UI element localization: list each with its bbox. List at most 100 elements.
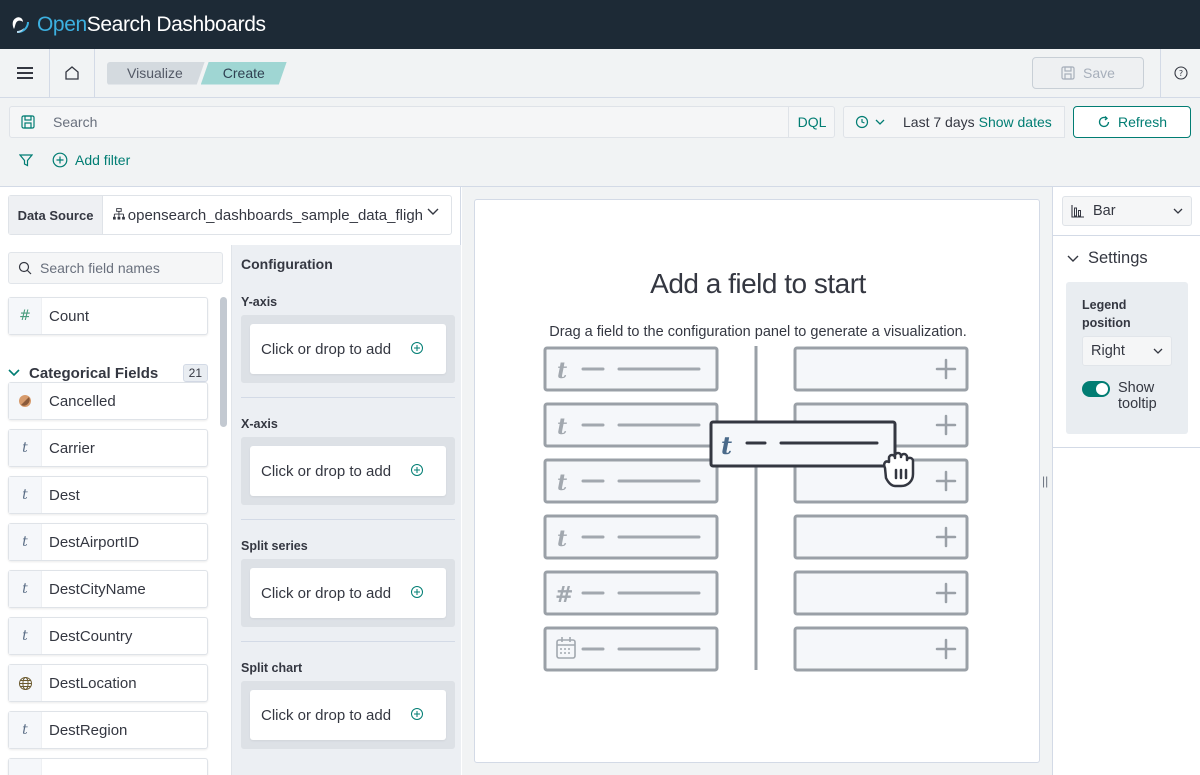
bar-chart-icon <box>1071 205 1084 218</box>
categorical-fields-title: Categorical Fields <box>29 364 159 382</box>
chevron-down-icon <box>875 119 884 125</box>
empty-state-card: Add a field to start Drag a field to the… <box>474 199 1040 763</box>
configuration-panel: Configuration Y-axis Click or drop to ad… <box>231 245 461 775</box>
dropzone-text: Click or drop to add <box>261 584 392 602</box>
visualization-type-value: Bar <box>1093 203 1116 219</box>
home-button[interactable] <box>49 49 95 97</box>
divider <box>1053 447 1200 448</box>
data-source-label: Data Source <box>9 196 103 234</box>
field-label: DestRegion <box>49 721 128 739</box>
show-tooltip-toggle[interactable]: Show tooltip <box>1082 380 1168 412</box>
add-filter-label: Add filter <box>75 152 131 168</box>
y-axis-add-button[interactable]: Click or drop to add <box>250 324 446 374</box>
search-input[interactable] <box>45 107 797 137</box>
data-source-selector[interactable]: Data Source opensearch_dashboards_sample… <box>8 195 452 235</box>
split-chart-add-button[interactable]: Click or drop to add <box>250 690 446 740</box>
saved-queries-button[interactable] <box>10 107 45 137</box>
logo-text: OpenSearch Dashboards <box>37 12 266 36</box>
field-label: Dest <box>49 486 80 504</box>
plus-circle-icon <box>411 342 423 354</box>
field-item[interactable]: t DestRegion <box>8 711 208 749</box>
home-icon <box>65 66 79 80</box>
opensearch-logo-icon <box>12 16 29 33</box>
y-axis-label: Y-axis <box>241 295 278 309</box>
plus-circle-icon <box>411 586 423 598</box>
svg-text:#: # <box>555 583 573 608</box>
quick-date-menu[interactable] <box>843 106 896 138</box>
split-series-label: Split series <box>241 539 308 553</box>
field-search-input[interactable] <box>40 253 220 283</box>
dropzone-text: Click or drop to add <box>261 706 392 724</box>
refresh-icon <box>1098 116 1110 128</box>
field-item-count[interactable]: # Count <box>8 297 208 335</box>
legend-position-select[interactable]: Right <box>1082 336 1172 366</box>
categorical-fields-count: 21 <box>182 364 208 382</box>
save-label: Save <box>1083 65 1115 81</box>
breadcrumb: Visualize Create <box>107 62 287 85</box>
string-icon: t <box>9 430 42 466</box>
hamburger-icon <box>16 67 33 79</box>
field-label: Count <box>49 307 90 325</box>
visualization-type-select[interactable]: Bar <box>1062 196 1192 226</box>
svg-text:t: t <box>557 526 567 552</box>
drag-field-illustration: t t t t # t <box>543 346 969 672</box>
field-label: Cancelled <box>49 392 116 410</box>
save-button[interactable]: Save <box>1032 57 1144 89</box>
chevron-down-icon <box>8 369 20 377</box>
grab-hand-icon <box>882 451 915 488</box>
field-item[interactable]: Cancelled <box>8 382 208 420</box>
legend-position-value: Right <box>1091 343 1125 359</box>
show-dates-link[interactable]: Show dates <box>979 114 1052 130</box>
field-item[interactable] <box>8 758 208 775</box>
string-icon: t <box>9 571 42 607</box>
query-language-button[interactable]: DQL <box>788 107 835 137</box>
menu-button[interactable] <box>0 49 49 97</box>
data-source-value: opensearch_dashboards_sample_data_fligh <box>113 196 423 234</box>
toggle-switch[interactable] <box>1082 381 1110 397</box>
field-label: DestLocation <box>49 674 137 692</box>
svg-text:t: t <box>557 470 567 496</box>
field-item[interactable]: DestLocation <box>8 664 208 702</box>
filter-options-button[interactable] <box>0 148 52 172</box>
field-list-scrollbar[interactable] <box>220 297 227 427</box>
help-button[interactable]: ? <box>1160 49 1200 97</box>
plus-circle-icon <box>411 708 423 720</box>
y-axis-dropzone[interactable]: Click or drop to add <box>241 315 455 383</box>
add-filter-button[interactable]: Add filter <box>52 152 130 168</box>
split-series-dropzone[interactable]: Click or drop to add <box>241 559 455 627</box>
x-axis-label: X-axis <box>241 417 278 431</box>
refresh-button[interactable]: Refresh <box>1073 106 1191 138</box>
query-bar: DQL Last 7 days Show dates Refresh Add f… <box>0 98 1200 187</box>
x-axis-dropzone[interactable]: Click or drop to add <box>241 437 455 505</box>
field-search <box>8 252 223 284</box>
left-panel: Data Source opensearch_dashboards_sample… <box>0 187 461 775</box>
divider <box>241 519 455 520</box>
svg-text:t: t <box>721 431 732 460</box>
show-tooltip-label: Show tooltip <box>1118 380 1157 412</box>
string-icon: t <box>9 618 42 654</box>
string-icon: t <box>9 712 42 748</box>
opensearch-logo[interactable]: OpenSearch Dashboards <box>10 13 266 37</box>
filter-bar: Add filter <box>0 148 130 172</box>
svg-text:t: t <box>557 414 567 440</box>
field-item[interactable]: t Carrier <box>8 429 208 467</box>
panel-resize-handle[interactable]: || <box>1042 474 1048 488</box>
field-label: DestAirportID <box>49 533 140 551</box>
split-series-add-button[interactable]: Click or drop to add <box>250 568 446 618</box>
field-label: DestCountry <box>49 627 133 645</box>
field-item[interactable]: t Dest <box>8 476 208 514</box>
number-icon: # <box>9 298 42 334</box>
empty-state-title: Add a field to start <box>650 268 866 299</box>
split-chart-dropzone[interactable]: Click or drop to add <box>241 681 455 749</box>
plus-circle-icon <box>411 464 423 476</box>
breadcrumb-visualize[interactable]: Visualize <box>107 62 205 85</box>
save-icon <box>1061 66 1075 80</box>
nav-bar: Visualize Create Save ? <box>0 49 1200 98</box>
field-item[interactable]: t DestCityName <box>8 570 208 608</box>
field-item[interactable]: t DestCountry <box>8 617 208 655</box>
field-item[interactable]: t DestAirportID <box>8 523 208 561</box>
chevron-down-icon <box>427 208 439 215</box>
configuration-title: Configuration <box>241 256 333 272</box>
x-axis-add-button[interactable]: Click or drop to add <box>250 446 446 496</box>
settings-accordion-toggle[interactable]: Settings <box>1067 249 1148 268</box>
